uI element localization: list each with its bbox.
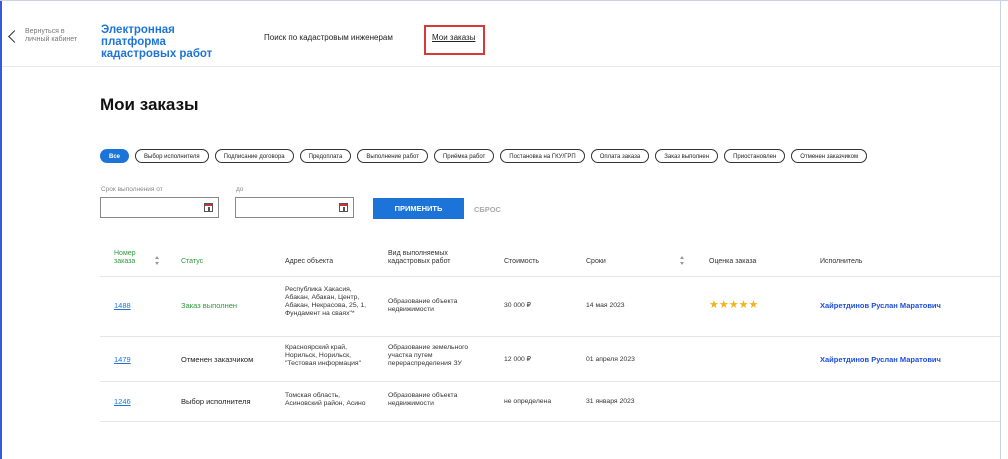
chip-contract-signing[interactable]: Подписание договора — [214, 149, 294, 163]
page-title: Мои заказы — [100, 95, 199, 114]
order-work-type: Образование объекта недвижимости — [388, 298, 458, 313]
col-rating: Оценка заказа — [709, 258, 757, 265]
reset-button[interactable]: СБРОС — [474, 205, 501, 214]
calendar-icon[interactable] — [204, 203, 213, 212]
chip-acceptance[interactable]: Приёмка работ — [433, 149, 495, 163]
date-to-field[interactable] — [235, 197, 354, 218]
date-from-label: Срок выполнения от — [101, 186, 163, 193]
order-work-type: Образование земельного участка путем пер… — [388, 344, 469, 367]
sort-icon[interactable] — [155, 256, 160, 266]
chip-cancelled-by-customer[interactable]: Отменен заказчиком — [791, 149, 868, 163]
order-address: Республика Хакасия, Абакан, Абакан, Цент… — [285, 286, 367, 317]
table-divider — [100, 276, 1000, 277]
order-status: Отменен заказчиком — [181, 355, 254, 364]
order-status: Заказ выполнен — [181, 301, 238, 310]
status-filter-chips: Все Выбор исполнителя Подписание договор… — [100, 149, 868, 163]
back-to-cabinet-link[interactable]: Вернуться в личный кабинет — [8, 28, 83, 44]
order-address: Томская область, Асиновский район, Асино — [285, 392, 366, 407]
chip-registration[interactable]: Постановка на ГКУ/ГРП — [500, 149, 585, 163]
calendar-icon[interactable] — [339, 203, 348, 212]
nav-my-orders[interactable]: Мои заказы — [432, 33, 475, 42]
chip-prepayment[interactable]: Предоплата — [299, 149, 352, 163]
star-icon: ★ — [738, 299, 749, 311]
chip-order-completed[interactable]: Заказ выполнен — [655, 149, 719, 163]
chip-suspended[interactable]: Приостановлен — [724, 149, 786, 163]
order-deadline: 31 января 2023 — [586, 398, 635, 405]
apply-button[interactable]: ПРИМЕНИТЬ — [373, 198, 464, 219]
col-status: Статус — [181, 258, 204, 265]
table-divider — [100, 336, 1000, 337]
col-executor: Исполнитель — [820, 258, 863, 265]
brand-title[interactable]: Электронная платформа кадастровых работ — [101, 24, 231, 60]
order-address: Красноярский край, Норильск, Норильск, "… — [285, 344, 362, 367]
col-order-number[interactable]: Номер заказа — [114, 250, 144, 266]
order-number-link[interactable]: 1488 — [114, 301, 131, 311]
chevron-left-icon — [8, 29, 21, 43]
col-address: Адрес объекта — [285, 258, 334, 265]
chip-all[interactable]: Все — [100, 149, 130, 163]
executor-link[interactable]: Хайретдинов Руслан Маратович — [820, 301, 941, 311]
nav-search-engineers[interactable]: Поиск по кадастровым инженерам — [264, 33, 393, 42]
col-cost: Стоимость — [504, 258, 540, 265]
col-work-type: Вид выполняемых кадастровых работ — [388, 250, 451, 265]
order-deadline: 14 мая 2023 — [586, 302, 625, 309]
frame-right-border — [1000, 0, 1001, 459]
star-icon: ★ — [748, 299, 759, 311]
frame-top-border — [0, 0, 1008, 1]
order-number-link[interactable]: 1479 — [114, 355, 131, 365]
star-icon: ★ — [728, 299, 739, 311]
star-icon: ★ — [718, 299, 729, 311]
frame-left-border — [0, 0, 2, 459]
table-divider — [100, 381, 1000, 382]
order-work-type: Образование объекта недвижимости — [388, 392, 458, 407]
chip-order-payment[interactable]: Оплата заказа — [590, 149, 650, 163]
executor-link[interactable]: Хайретдинов Руслан Маратович — [820, 355, 941, 365]
order-cost: 12 000 ₽ — [504, 356, 532, 363]
date-from-field[interactable] — [100, 197, 219, 218]
date-to-label: до — [236, 186, 244, 193]
order-number-link[interactable]: 1246 — [114, 397, 131, 407]
back-label: Вернуться в личный кабинет — [25, 28, 78, 43]
star-icon: ★ — [709, 299, 719, 311]
sort-icon[interactable] — [680, 256, 685, 266]
col-deadline: Сроки — [586, 258, 606, 265]
header-divider — [2, 66, 1000, 67]
rating-stars: ★★★★★ — [709, 300, 758, 311]
order-status: Выбор исполнителя — [181, 397, 251, 406]
order-cost: не определена — [504, 398, 552, 405]
order-deadline: 01 апреля 2023 — [586, 356, 635, 363]
table-divider — [100, 421, 1000, 422]
order-cost: 30 000 ₽ — [504, 302, 532, 309]
chip-executor-choice[interactable]: Выбор исполнителя — [135, 149, 209, 163]
chip-work-in-progress[interactable]: Выполнение работ — [357, 149, 428, 163]
